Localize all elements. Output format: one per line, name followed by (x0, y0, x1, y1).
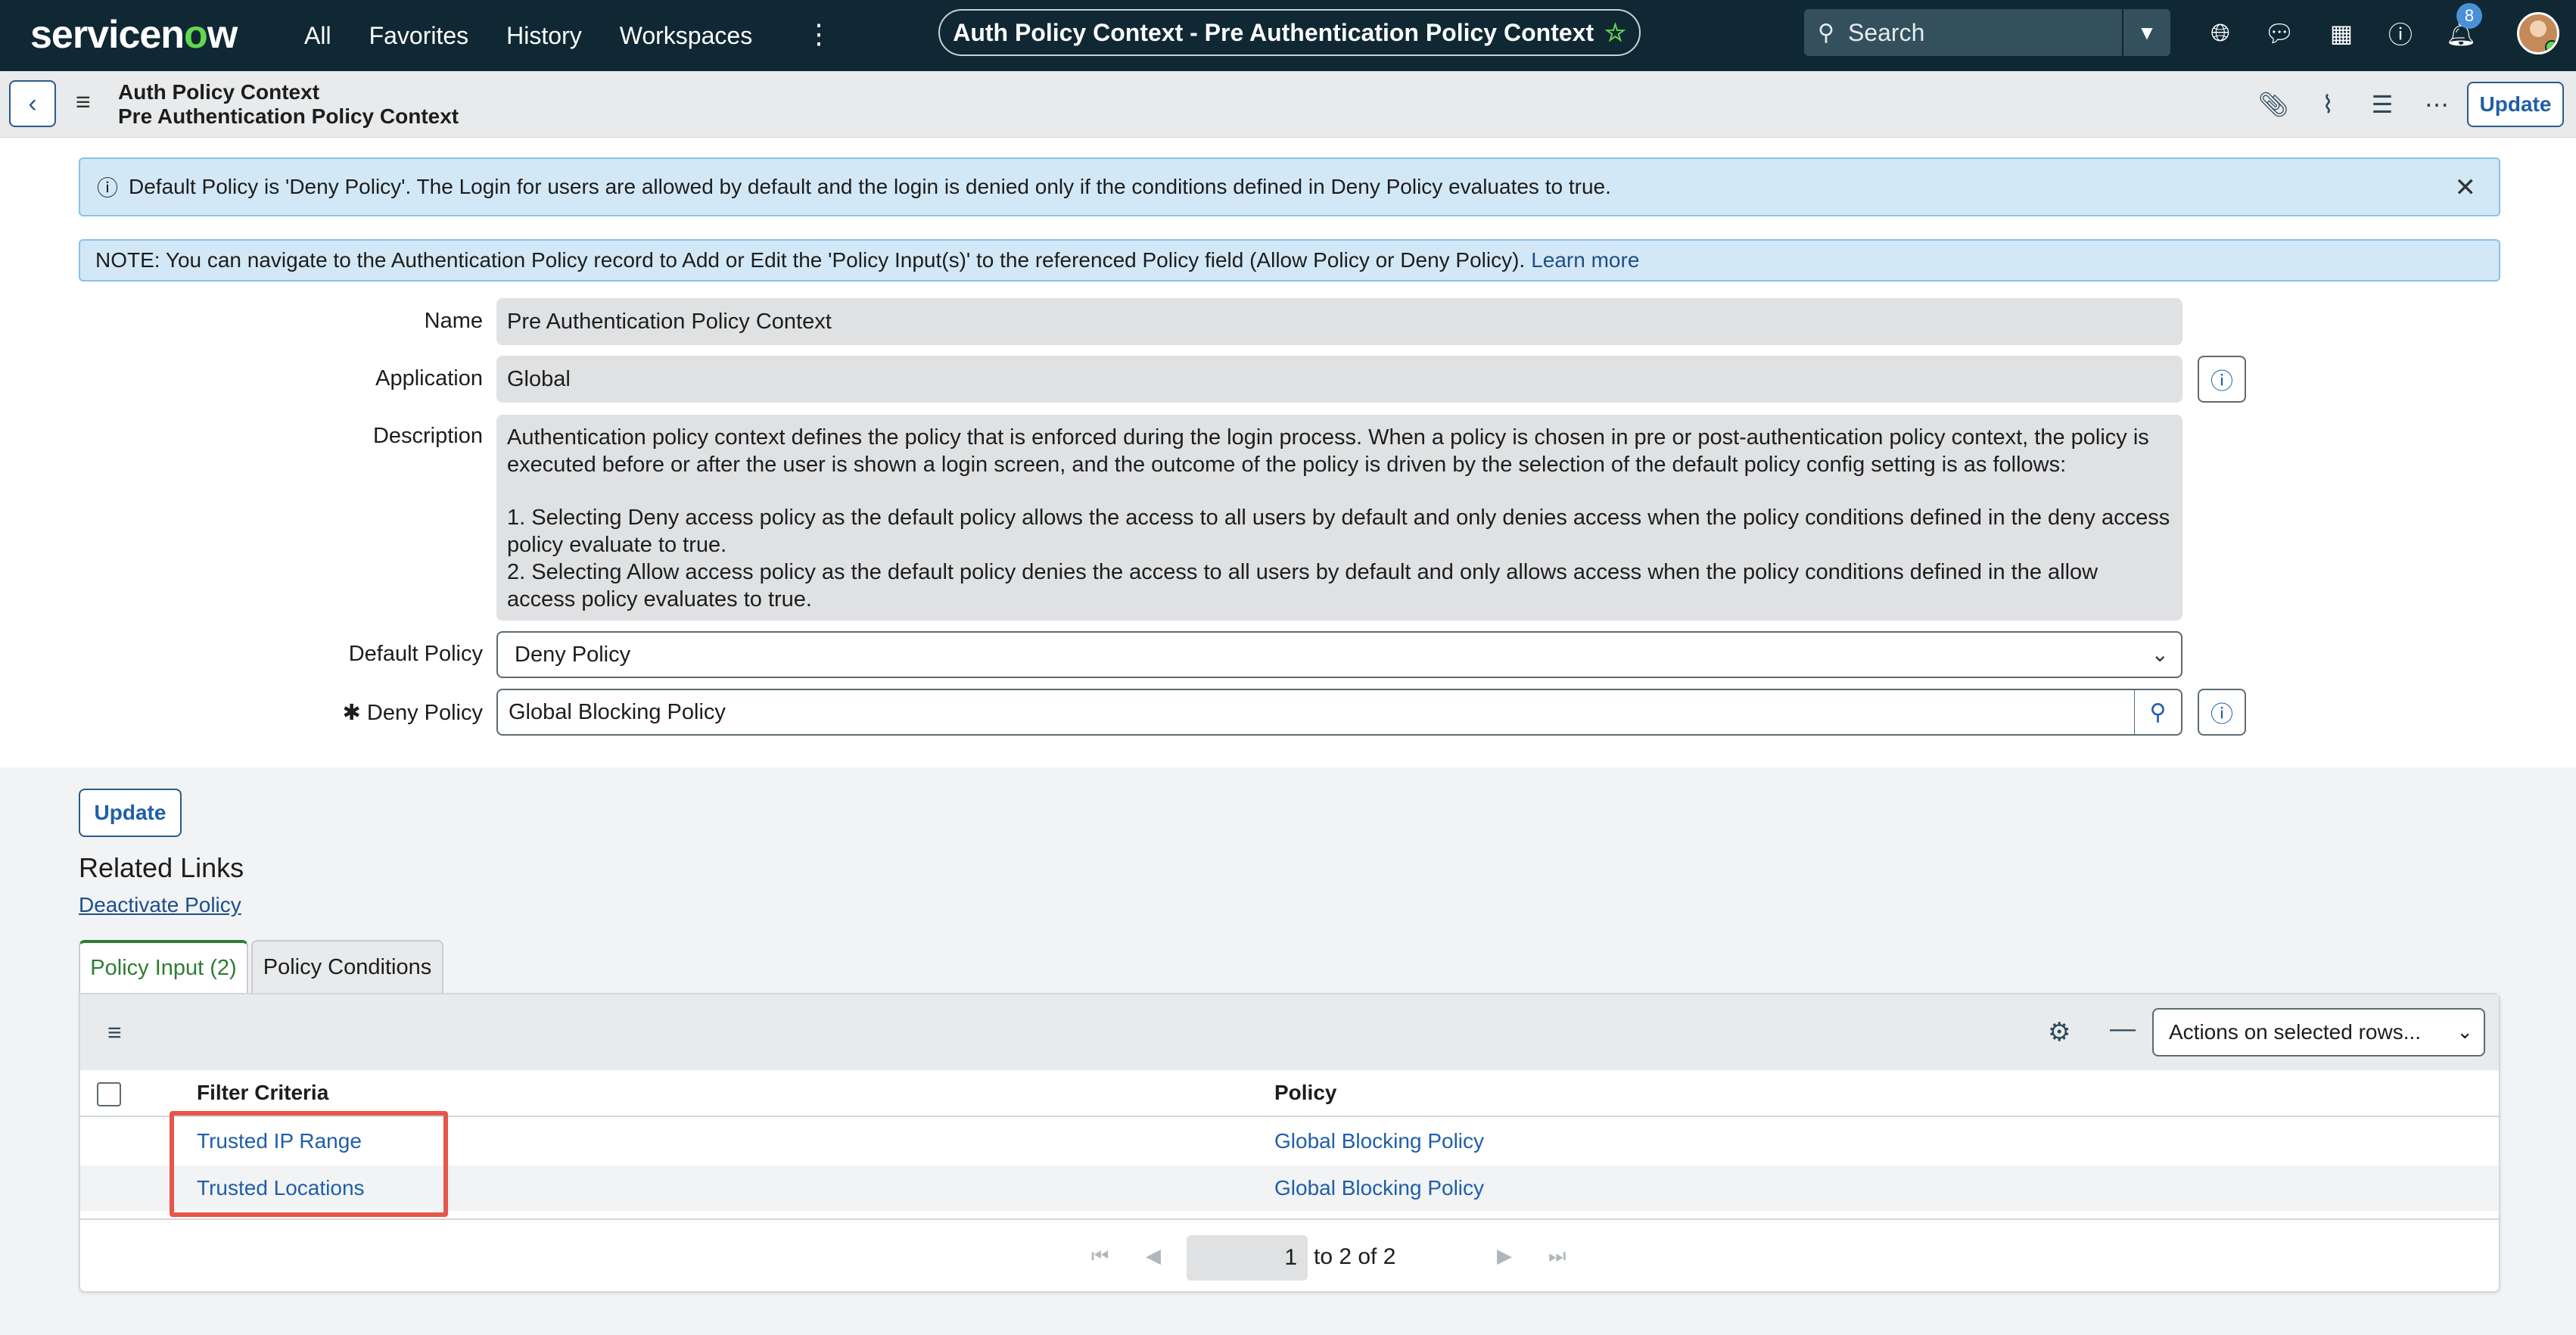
previous-page-icon[interactable]: ◀ (1146, 1244, 1161, 1268)
name-field[interactable]: Pre Authentication Policy Context (496, 298, 2182, 345)
policy-link[interactable]: Global Blocking Policy (1274, 1176, 1484, 1200)
deny-policy-label-text: Deny Policy (366, 701, 483, 725)
default-policy-value: Deny Policy (515, 642, 631, 667)
note-banner-text: NOTE: You can navigate to the Authentica… (95, 248, 1526, 272)
required-icon: ✱ (342, 701, 361, 725)
avatar[interactable] (2517, 12, 2559, 54)
page-input[interactable]: 1 (1187, 1235, 1308, 1281)
deny-policy-input[interactable]: Global Blocking Policy (496, 689, 2136, 736)
servicenow-logo[interactable]: servicenow (30, 12, 238, 58)
attachment-icon[interactable]: 📎︎ (2255, 86, 2291, 123)
top-navigation: servicenow All Favorites History Workspa… (0, 0, 2576, 71)
next-page-icon[interactable]: ▶ (1497, 1244, 1512, 1268)
chevron-down-icon: ⌄ (2456, 1020, 2473, 1043)
context-title-pill[interactable]: Auth Policy Context - Pre Authentication… (938, 9, 1641, 56)
back-button[interactable]: ‹ (9, 80, 56, 127)
first-page-icon[interactable]: ⏮ (1091, 1244, 1109, 1268)
close-icon[interactable]: ✕ (2455, 173, 2477, 203)
status-dot (2545, 40, 2557, 52)
actions-select[interactable]: Actions on selected rows... ⌄ (2152, 1008, 2485, 1056)
tab-policy-input[interactable]: Policy Input (2) (79, 940, 248, 993)
info-banner: ⓘ Default Policy is 'Deny Policy'. The L… (79, 157, 2500, 216)
search-icon: ⚲ (1818, 20, 1834, 45)
nav-workspaces[interactable]: Workspaces (620, 22, 752, 50)
nav-history[interactable]: History (506, 22, 582, 50)
default-policy-select[interactable]: Deny Policy ⌄ (496, 631, 2182, 678)
nav-all[interactable]: All (304, 22, 331, 50)
info-banner-text: Default Policy is 'Deny Policy'. The Log… (129, 175, 1611, 198)
note-banner: NOTE: You can navigate to the Authentica… (79, 239, 2500, 282)
pagination: ⏮ ◀ 1 to 2 of 2 ▶ ⏭ (80, 1218, 2499, 1293)
info-circle-icon: ⓘ (2210, 369, 2233, 394)
chevron-left-icon: ‹ (28, 89, 37, 118)
nav-links: All Favorites History Workspaces (304, 0, 790, 71)
related-links-title: Related Links (79, 852, 244, 883)
chat-icon[interactable]: 💬︎ (2261, 15, 2298, 51)
column-policy[interactable]: Policy (1274, 1081, 1336, 1105)
help-icon[interactable]: ⓘ (2382, 15, 2419, 51)
form-header: ‹ ≡ Auth Policy Context Pre Authenticati… (0, 71, 2576, 138)
tab-policy-conditions[interactable]: Policy Conditions (251, 940, 443, 993)
caret-down-icon: ▼ (2137, 20, 2157, 44)
search-dropdown-button[interactable]: ▼ (2123, 9, 2170, 56)
description-paragraph-1: Authentication policy context defines th… (507, 425, 2149, 477)
description-text: Authentication policy context defines th… (507, 424, 2172, 613)
more-menu-icon[interactable]: ⋮ (805, 18, 832, 50)
nav-favorites[interactable]: Favorites (369, 22, 469, 50)
description-field[interactable]: Authentication policy context defines th… (496, 415, 2182, 621)
column-filter-criteria[interactable]: Filter Criteria (197, 1081, 328, 1105)
settings-sliders-icon[interactable]: ☰ (2364, 86, 2400, 123)
gear-icon[interactable]: ⚙ (2048, 1017, 2070, 1047)
record-title: Auth Policy Context Pre Authentication P… (118, 80, 459, 129)
actions-select-value: Actions on selected rows... (2169, 1020, 2422, 1044)
search-icon: ⚲ (2149, 699, 2167, 725)
deny-policy-info-button[interactable]: ⓘ (2198, 689, 2246, 736)
highlight-box (170, 1111, 448, 1217)
info-icon: ⓘ (97, 176, 119, 200)
deny-policy-label: ✱ Deny Policy (343, 699, 484, 726)
table-name: Auth Policy Context (118, 80, 320, 104)
form-menu-icon[interactable]: ≡ (76, 88, 91, 117)
learn-more-link[interactable]: Learn more (1531, 248, 1639, 272)
form-area: ⓘ Default Policy is 'Deny Policy'. The L… (0, 138, 2576, 767)
lookup-search-button[interactable]: ⚲ (2134, 689, 2182, 736)
page-count-text: to 2 of 2 (1314, 1244, 1396, 1269)
policy-link[interactable]: Global Blocking Policy (1274, 1129, 1484, 1153)
description-paragraph-2: 1. Selecting Deny access policy as the d… (507, 506, 2170, 557)
select-all-checkbox[interactable] (97, 1082, 121, 1106)
star-icon[interactable]: ☆ (1604, 18, 1626, 47)
search-placeholder: Search (1847, 18, 1925, 46)
info-circle-icon: ⓘ (2210, 702, 2233, 727)
chevron-down-icon: ⌄ (2151, 643, 2169, 666)
deactivate-policy-link[interactable]: Deactivate Policy (79, 893, 241, 917)
context-title: Auth Policy Context - Pre Authentication… (953, 18, 1594, 46)
admin-icon[interactable]: ▦ (2323, 15, 2360, 51)
application-label: Application (375, 366, 483, 391)
update-button[interactable]: Update (79, 789, 182, 837)
description-label: Description (372, 424, 483, 448)
more-options-icon[interactable]: ⋯ (2419, 86, 2455, 123)
list-menu-icon[interactable]: ≡ (107, 1019, 122, 1047)
last-page-icon[interactable]: ⏭ (1548, 1244, 1566, 1268)
globe-icon[interactable]: 🌐︎ (2202, 15, 2238, 51)
collapse-icon[interactable]: — (2110, 1014, 2136, 1044)
activity-icon[interactable]: ⌇ (2310, 86, 2346, 123)
record-name: Pre Authentication Policy Context (118, 104, 459, 128)
application-info-button[interactable]: ⓘ (2198, 356, 2246, 403)
global-search-input[interactable]: ⚲ Search (1804, 9, 2122, 56)
name-label: Name (424, 309, 483, 333)
description-paragraph-3: 2. Selecting Allow access policy as the … (507, 560, 2098, 611)
default-policy-label: Default Policy (348, 642, 483, 666)
notification-badge: 8 (2456, 3, 2482, 29)
table-header: Filter Criteria Policy (80, 1070, 2499, 1117)
application-field[interactable]: Global (496, 356, 2182, 403)
list-toolbar: ≡ ⚙ — Actions on selected rows... ⌄ (80, 994, 2499, 1070)
header-update-button[interactable]: Update (2467, 82, 2564, 127)
